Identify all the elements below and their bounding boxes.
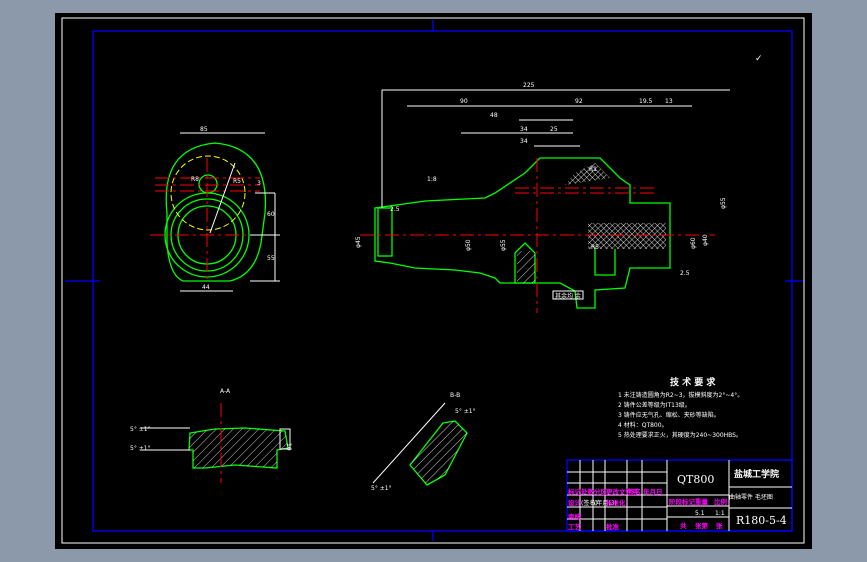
svg-text:R8: R8 <box>191 176 199 183</box>
technical-requirements: 技 术 要 求 1 未注铸造圆角为R2~3，拔模斜度为2°~4°。 2 铸件公差… <box>618 376 743 439</box>
svg-text:5 热处理要求正火，其硬度为240~300HBS。: 5 热处理要求正火，其硬度为240~300HBS。 <box>618 431 742 439</box>
svg-text:φ45: φ45 <box>355 236 362 248</box>
svg-text:1:1: 1:1 <box>715 510 725 517</box>
svg-text:标准化: 标准化 <box>605 498 626 507</box>
svg-text:2.5: 2.5 <box>390 206 400 213</box>
svg-text:B-B: B-B <box>450 392 460 399</box>
svg-text:60: 60 <box>267 211 275 218</box>
svg-text:85: 85 <box>200 126 208 133</box>
svg-text:技 术 要 求: 技 术 要 求 <box>670 376 716 388</box>
svg-text:R1: R1 <box>589 166 597 173</box>
svg-text:4 材料：QT800。: 4 材料：QT800。 <box>618 421 668 429</box>
svg-text:44: 44 <box>202 284 210 291</box>
svg-text:R5: R5 <box>233 178 241 185</box>
svg-text:设计: 设计 <box>568 498 582 507</box>
svg-text:3: 3 <box>257 180 261 187</box>
svg-text:92: 92 <box>575 98 583 105</box>
svg-text:其余均 余: 其余均 余 <box>555 292 581 300</box>
dimension-phi60: φ60 <box>690 237 697 249</box>
svg-text:5° ±1°: 5° ±1° <box>455 408 476 415</box>
svg-text:共: 共 <box>680 521 687 530</box>
svg-text:φ40: φ40 <box>702 234 709 246</box>
svg-text:R5: R5 <box>591 244 599 251</box>
svg-text:φ55: φ55 <box>500 239 507 251</box>
svg-text:34: 34 <box>520 138 528 145</box>
check-mark: ✓ <box>755 54 763 64</box>
section-b-b: B-B 5° ±1° 5° ±1° <box>371 392 476 492</box>
svg-text:2.5: 2.5 <box>680 270 690 277</box>
svg-text:张: 张 <box>716 521 723 530</box>
svg-text:审核: 审核 <box>568 512 582 521</box>
svg-text:φ55: φ55 <box>720 197 727 209</box>
svg-text:2 铸件公差等级为IT13级。: 2 铸件公差等级为IT13级。 <box>618 401 691 409</box>
svg-text:5.1: 5.1 <box>695 510 705 517</box>
svg-text:比例: 比例 <box>714 497 728 506</box>
main-section-view: 225 90 92 19.5 13 48 34 25 34 2.5 1:8 φ4… <box>355 82 730 313</box>
svg-text:3 铸件应无气孔、缩松、夹砂等缺陷。: 3 铸件应无气孔、缩松、夹砂等缺陷。 <box>618 411 720 419</box>
svg-text:55: 55 <box>267 255 275 262</box>
svg-text:48: 48 <box>490 112 498 119</box>
svg-text:34: 34 <box>520 126 528 133</box>
svg-text:工艺: 工艺 <box>568 522 582 531</box>
side-view: 85 60 55 44 R8 R5 3 <box>150 126 280 292</box>
svg-text:QT800: QT800 <box>677 473 714 486</box>
svg-text:曲轴零件 毛坯图: 曲轴零件 毛坯图 <box>729 493 773 501</box>
svg-text:标记: 标记 <box>567 487 582 496</box>
svg-text:25: 25 <box>550 126 558 133</box>
svg-text:5° ±1°: 5° ±1° <box>130 426 151 433</box>
svg-text:处数: 处数 <box>580 487 595 496</box>
svg-text:年月日: 年月日 <box>643 487 663 496</box>
svg-text:1:8: 1:8 <box>427 176 437 183</box>
svg-text:A-A: A-A <box>220 388 231 395</box>
svg-text:阶段标记: 阶段标记 <box>669 497 696 506</box>
svg-text:盐城工学院: 盐城工学院 <box>734 468 779 480</box>
svg-text:13: 13 <box>665 98 673 105</box>
svg-text:1 未注铸造圆角为R2~3，拔模斜度为2°~4°。: 1 未注铸造圆角为R2~3，拔模斜度为2°~4°。 <box>618 391 743 399</box>
svg-text:张第: 张第 <box>695 521 709 530</box>
svg-text:225: 225 <box>523 82 535 89</box>
svg-text:5° ±1°: 5° ±1° <box>130 445 151 452</box>
svg-text:重量: 重量 <box>695 497 709 506</box>
drawing-sheet: ✓ 85 60 55 44 R8 R5 3 225 90 92 19.5 13 … <box>61 17 805 544</box>
svg-text:φ50: φ50 <box>465 239 472 251</box>
svg-text:90: 90 <box>460 98 468 105</box>
svg-text:批准: 批准 <box>606 522 620 531</box>
cad-drawing-canvas[interactable]: ✓ 85 60 55 44 R8 R5 3 225 90 92 19.5 13 … <box>55 13 812 549</box>
svg-text:R180-5-4: R180-5-4 <box>736 514 787 527</box>
title-block: QT800 盐城工学院 曲轴零件 毛坯图 R180-5-4 标记 处数 分区 更… <box>566 459 793 532</box>
svg-text:5° ±1°: 5° ±1° <box>371 485 392 492</box>
svg-text:签名: 签名 <box>627 487 641 496</box>
svg-text:10: 10 <box>285 443 292 451</box>
svg-text:19.5: 19.5 <box>639 98 653 105</box>
section-a-a: A-A 5° ±1° 5° ±1° 10 <box>130 388 292 483</box>
